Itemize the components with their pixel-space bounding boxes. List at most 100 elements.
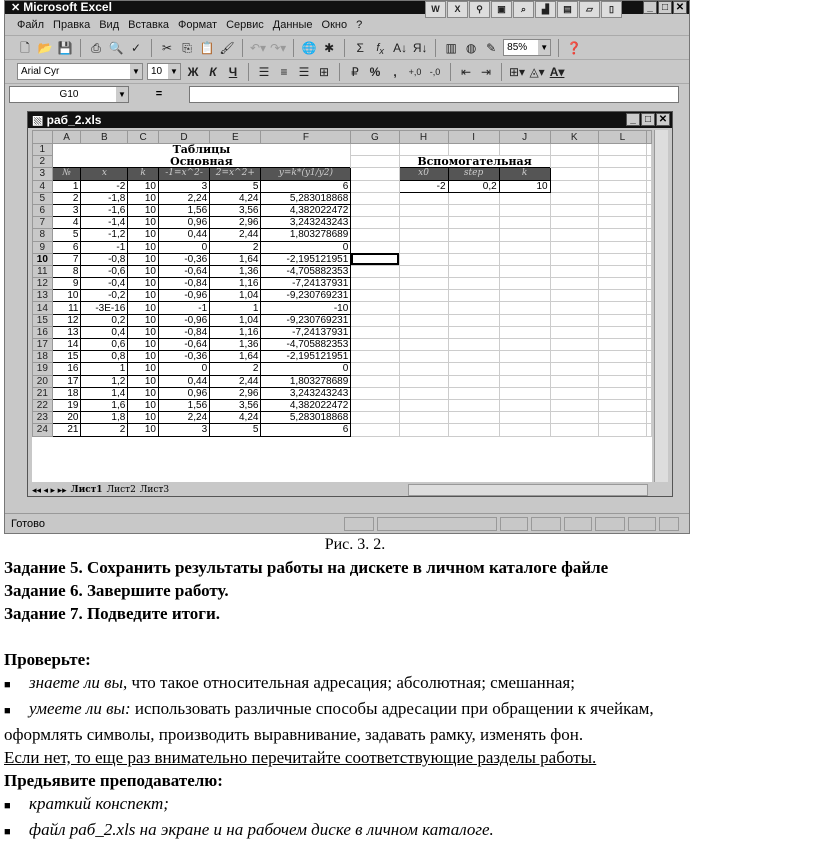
- cell[interactable]: [549, 228, 599, 242]
- cell[interactable]: [597, 142, 648, 157]
- cell[interactable]: [398, 350, 449, 364]
- cell[interactable]: [646, 252, 652, 266]
- cell[interactable]: [350, 289, 400, 303]
- fill-color-icon[interactable]: ◬▾: [529, 63, 545, 81]
- cell[interactable]: [398, 301, 449, 315]
- data-cell[interactable]: 0,8: [80, 350, 129, 364]
- cell[interactable]: [498, 191, 551, 205]
- data-cell[interactable]: 10: [127, 240, 159, 254]
- find-icon[interactable]: ⌕: [513, 1, 534, 18]
- cell[interactable]: [549, 277, 599, 291]
- data-cell[interactable]: 10: [127, 313, 159, 327]
- menu-format[interactable]: Формат: [178, 19, 217, 31]
- cell[interactable]: [350, 228, 400, 242]
- cell[interactable]: [646, 362, 652, 376]
- cell[interactable]: [350, 301, 400, 315]
- cell[interactable]: [350, 362, 400, 376]
- wb-minimize-button[interactable]: _: [626, 113, 640, 126]
- row-header[interactable]: 4: [32, 179, 53, 193]
- cell[interactable]: [398, 191, 449, 205]
- data-cell[interactable]: 0,4: [80, 325, 129, 340]
- aux-table-title[interactable]: Вспомогательная: [399, 156, 550, 168]
- active-cell[interactable]: [350, 252, 400, 266]
- cell[interactable]: [350, 240, 400, 254]
- cell[interactable]: [447, 423, 500, 437]
- currency-icon[interactable]: ₽: [347, 63, 363, 81]
- cell[interactable]: [498, 301, 551, 315]
- cell[interactable]: [350, 337, 400, 352]
- data-cell[interactable]: 1: [80, 362, 129, 376]
- data-cell[interactable]: -4,705882353: [260, 337, 352, 352]
- data-cell[interactable]: -9,230769231: [260, 313, 352, 327]
- data-cell[interactable]: -4,705882353: [260, 264, 352, 279]
- data-cell[interactable]: 10: [127, 203, 159, 218]
- cell[interactable]: [350, 350, 400, 364]
- cell[interactable]: [549, 325, 599, 340]
- data-cell[interactable]: 10: [127, 337, 159, 352]
- data-cell[interactable]: 3,56: [209, 203, 262, 218]
- row-header[interactable]: 20: [32, 374, 53, 388]
- data-cell[interactable]: 1,36: [209, 264, 262, 279]
- cell[interactable]: [398, 362, 449, 376]
- cell[interactable]: [498, 374, 551, 388]
- undo-icon[interactable]: ↶▾: [250, 39, 266, 57]
- cell[interactable]: [447, 142, 500, 157]
- cell[interactable]: [646, 398, 652, 413]
- column-header[interactable]: J: [498, 130, 551, 144]
- cell[interactable]: [447, 411, 500, 425]
- cell[interactable]: [549, 337, 599, 352]
- cell[interactable]: [447, 325, 500, 340]
- column-header[interactable]: G: [350, 130, 400, 144]
- data-cell[interactable]: 10: [127, 362, 159, 376]
- data-cell[interactable]: 6: [260, 423, 352, 437]
- cell[interactable]: [646, 337, 652, 352]
- row-header[interactable]: 3: [32, 167, 53, 181]
- cell[interactable]: [597, 423, 648, 437]
- cell[interactable]: [350, 142, 400, 157]
- data-cell[interactable]: 3: [157, 423, 211, 437]
- data-cell[interactable]: 1: [209, 301, 262, 315]
- aux-value-cell[interactable]: 0,2: [447, 179, 500, 193]
- cell[interactable]: [447, 374, 500, 388]
- data-cell[interactable]: -0,96: [157, 289, 211, 303]
- data-cell[interactable]: -0,36: [157, 252, 211, 266]
- column-header[interactable]: C: [127, 130, 159, 144]
- cell[interactable]: [549, 252, 599, 266]
- cell[interactable]: [447, 252, 500, 266]
- print-icon[interactable]: ⎙: [88, 39, 104, 57]
- cell[interactable]: [498, 362, 551, 376]
- cell[interactable]: [447, 337, 500, 352]
- equals-sign[interactable]: =: [129, 88, 189, 100]
- data-cell[interactable]: 8: [51, 264, 82, 279]
- italic-button[interactable]: К: [205, 63, 221, 81]
- cell[interactable]: [597, 228, 648, 242]
- cell[interactable]: [350, 216, 400, 230]
- decrease-indent-icon[interactable]: ⇤: [458, 63, 474, 81]
- cell[interactable]: [350, 325, 400, 340]
- cell[interactable]: [398, 228, 449, 242]
- data-cell[interactable]: -10: [260, 301, 352, 315]
- cell[interactable]: [549, 386, 599, 400]
- cell[interactable]: [646, 325, 652, 340]
- main-table-title[interactable]: Основная: [52, 156, 351, 168]
- cell[interactable]: [498, 289, 551, 303]
- aux-header-cell[interactable]: step: [447, 167, 500, 181]
- cell[interactable]: [447, 386, 500, 400]
- row-header[interactable]: 10: [32, 252, 53, 266]
- close-button[interactable]: ✕: [673, 1, 687, 14]
- minimize-button[interactable]: _: [643, 1, 657, 14]
- data-cell[interactable]: 1,56: [157, 203, 211, 218]
- cell[interactable]: [597, 179, 648, 193]
- cell[interactable]: [498, 264, 551, 279]
- data-cell[interactable]: -0,84: [157, 325, 211, 340]
- column-header[interactable]: [646, 130, 652, 144]
- cell[interactable]: [398, 337, 449, 352]
- data-cell[interactable]: 12: [51, 313, 82, 327]
- data-cell[interactable]: 1,36: [209, 337, 262, 352]
- data-cell[interactable]: -1: [157, 301, 211, 315]
- wb-close-button[interactable]: ✕: [656, 113, 670, 126]
- cell[interactable]: [350, 264, 400, 279]
- data-cell[interactable]: 0: [260, 362, 352, 376]
- cell[interactable]: [646, 301, 652, 315]
- cell[interactable]: [398, 203, 449, 218]
